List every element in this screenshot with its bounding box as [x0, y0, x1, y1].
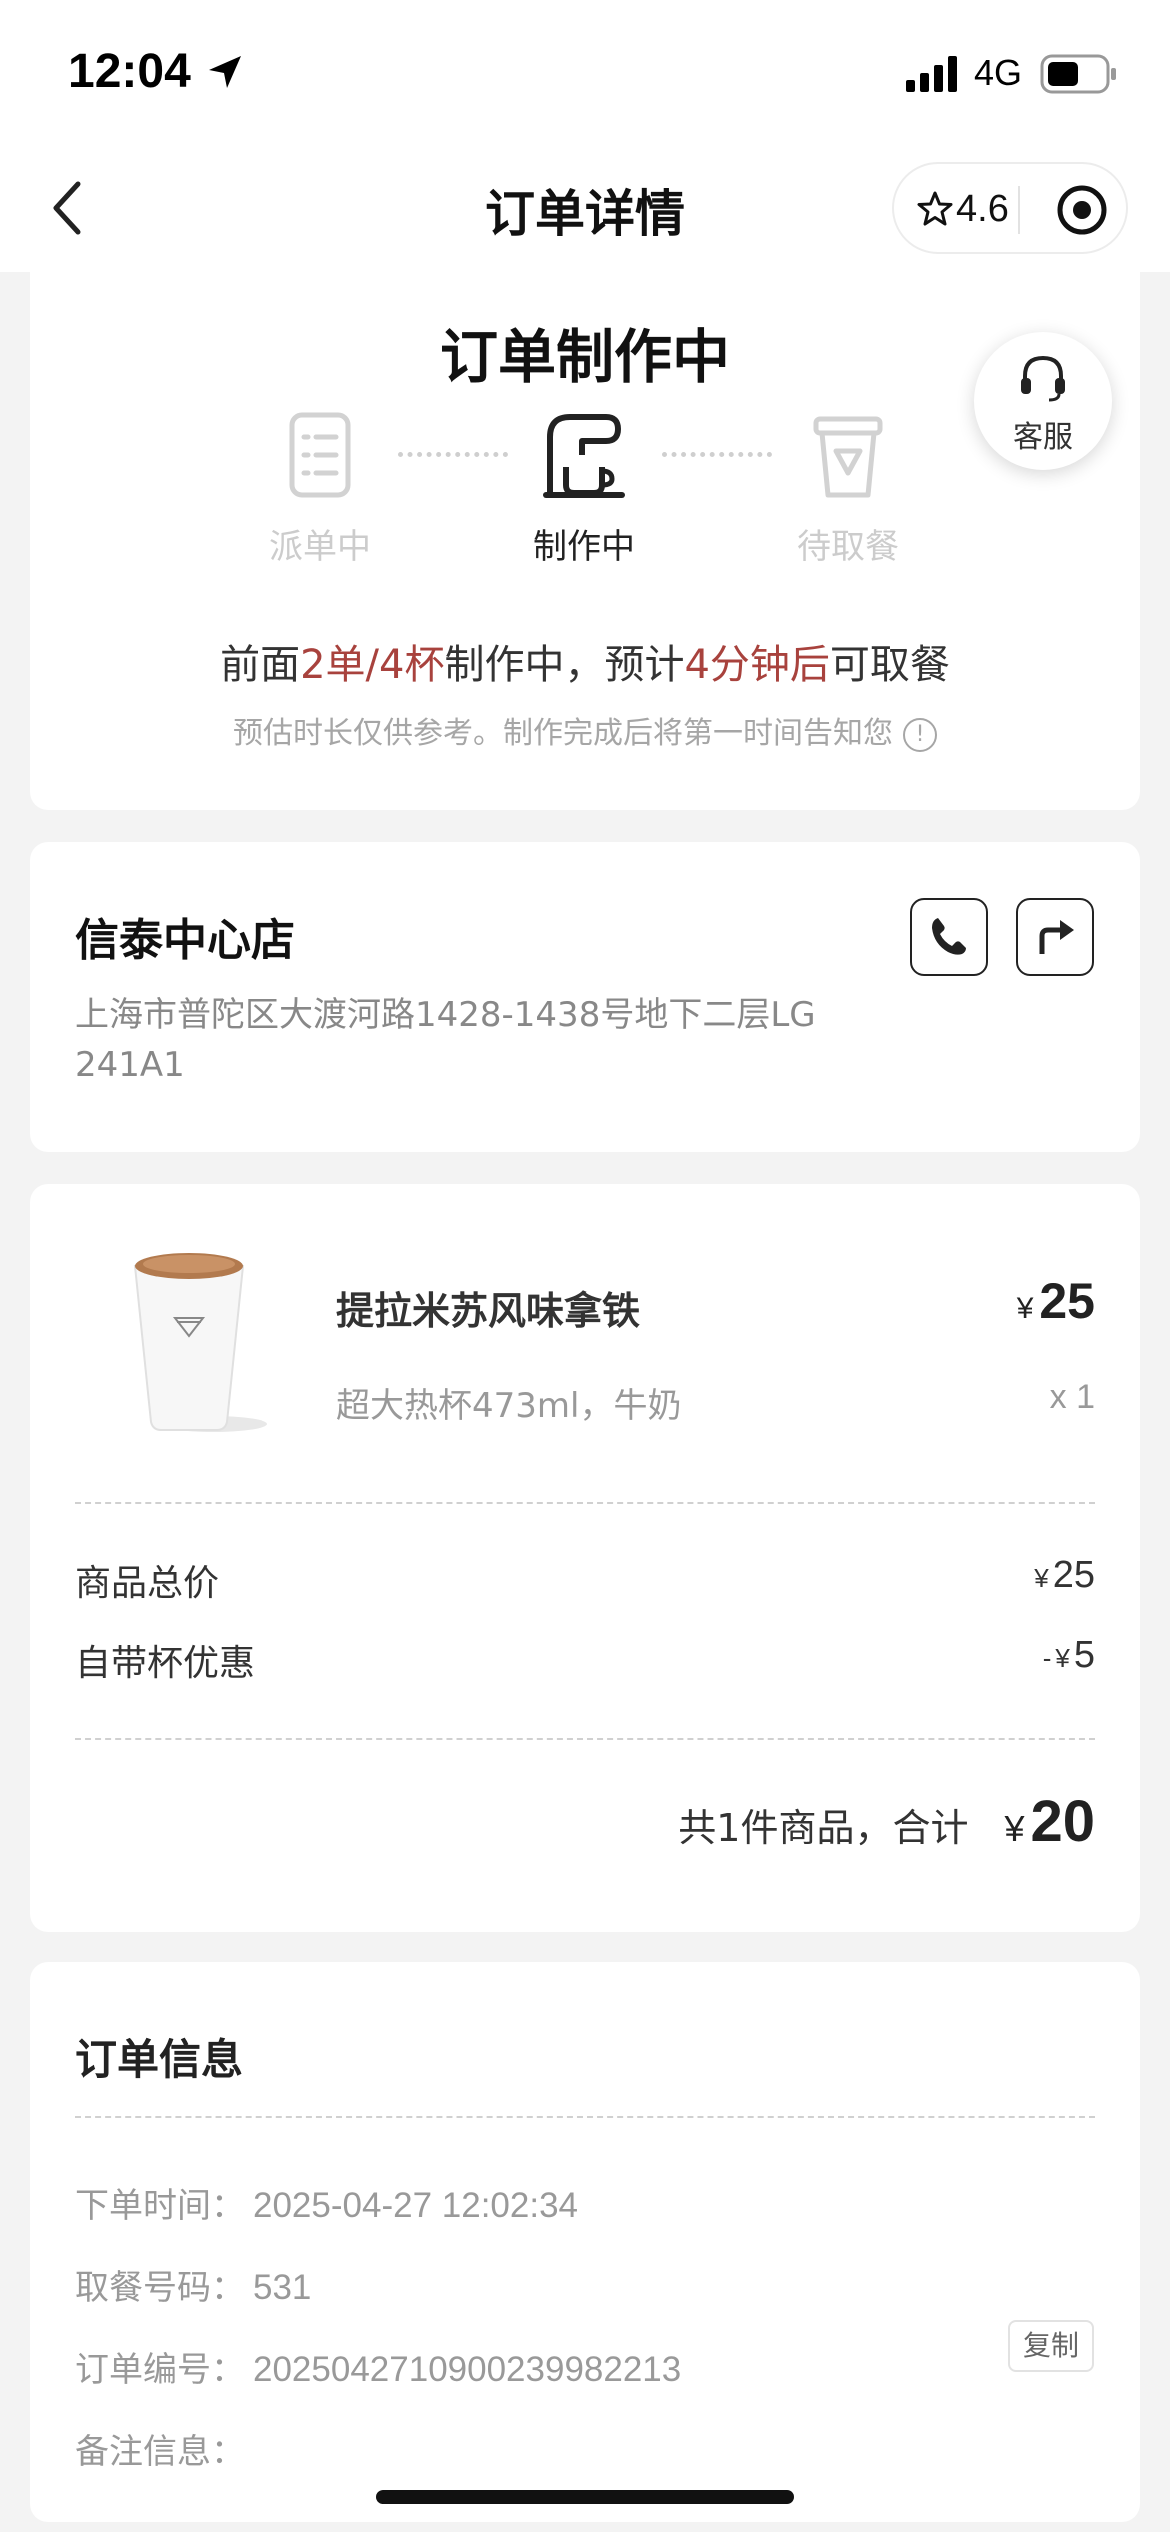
- pickup-code-label: 取餐号码：: [75, 2268, 245, 2308]
- star-icon[interactable]: [916, 190, 954, 228]
- product-image: [133, 1253, 267, 1432]
- subtotal-amount: 25: [1052, 1554, 1095, 1596]
- battery-icon: [1040, 54, 1116, 94]
- product-quantity: x 1: [1049, 1378, 1095, 1416]
- step-label: 制作中: [533, 527, 635, 567]
- step-dispatching: 派单中: [220, 407, 420, 568]
- queue-count: 2单/4杯: [300, 642, 445, 688]
- navigation-icon: [1039, 920, 1074, 954]
- order-info-card: 订单信息 下单时间： 2025-04-27 12:02:34 取餐号码： 531 订…: [30, 1962, 1140, 2522]
- headset-icon: [1021, 355, 1065, 402]
- customer-service-label: 客服: [1013, 420, 1073, 455]
- order-time-label: 下单时间：: [75, 2186, 245, 2226]
- signal-icon: [906, 56, 957, 92]
- order-time-row: 下单时间： 2025-04-27 12:02:34: [75, 2178, 578, 2227]
- subtotal-value: ¥25: [1034, 1554, 1095, 1597]
- discount-value: - ¥5: [1043, 1634, 1095, 1677]
- step-pickup: 待取餐: [748, 407, 948, 568]
- wait-note: 预估时长仅供参考。制作完成后将第一时间告知您!: [30, 708, 1140, 752]
- remark-row: 备注信息：: [75, 2424, 253, 2473]
- store-name: 信泰中心店: [75, 915, 295, 966]
- list-icon: [289, 412, 351, 498]
- order-info-title: 订单信息: [75, 2035, 244, 2084]
- product-price: ¥25: [1017, 1272, 1095, 1330]
- customer-service-button[interactable]: 客服: [974, 332, 1112, 470]
- mini-program-capsule: 4.6: [892, 162, 1128, 254]
- subtotal-label: 商品总价: [75, 1563, 220, 1604]
- order-number-value: 2025042710900239982213: [253, 2350, 682, 2389]
- divider: [75, 1502, 1095, 1504]
- eta-time: 4分钟后: [684, 642, 830, 688]
- divider: [75, 1738, 1095, 1740]
- discount-amount: 5: [1073, 1634, 1095, 1676]
- wait-message-prefix: 前面: [220, 642, 301, 688]
- pickup-code-row: 取餐号码： 531: [75, 2260, 311, 2309]
- step-label: 待取餐: [797, 527, 899, 567]
- home-indicator[interactable]: [376, 2490, 794, 2504]
- step-label: 派单中: [269, 527, 371, 567]
- wait-note-text: 预估时长仅供参考。制作完成后将第一时间告知您: [233, 716, 893, 751]
- product-price-value: 25: [1039, 1273, 1095, 1329]
- currency-symbol: ¥: [1034, 1563, 1049, 1593]
- order-number-label: 订单编号：: [75, 2350, 245, 2390]
- total-amount: 20: [1030, 1789, 1095, 1854]
- store-card: 信泰中心店 上海市普陀区大渡河路1428-1438号地下二层LG 241A1: [30, 842, 1140, 1152]
- pickup-code-value: 531: [253, 2268, 312, 2307]
- location-arrow-icon: [209, 56, 241, 88]
- status-bar: 12:04 4G: [0, 0, 1170, 140]
- discount-label: 自带杯优惠: [75, 1643, 256, 1684]
- total-label: 共1件商品，合计: [678, 1806, 969, 1850]
- wait-message: 前面2单/4杯制作中，预计4分钟后可取餐: [30, 632, 1140, 690]
- target-icon[interactable]: [1056, 184, 1108, 236]
- call-store-button[interactable]: [910, 898, 988, 976]
- phone-icon: [932, 918, 966, 955]
- divider: [75, 2116, 1095, 2118]
- navigate-store-button[interactable]: [1016, 898, 1094, 976]
- wait-message-middle: 制作中，预计: [444, 642, 685, 688]
- order-progress-card: 订单制作中 派单中 制作中 待取餐 客服 前面2单/4杯制作中，预计4分钟后可取…: [30, 272, 1140, 810]
- capsule-divider: [1018, 186, 1020, 234]
- info-icon[interactable]: !: [903, 717, 937, 752]
- currency-symbol: ¥: [1055, 1643, 1070, 1673]
- nav-bar: 订单详情 4.6: [0, 140, 1170, 272]
- product-name: 提拉米苏风味拿铁: [336, 1289, 641, 1333]
- remark-label: 备注信息：: [75, 2432, 245, 2472]
- currency-symbol: ¥: [1004, 1808, 1025, 1849]
- store-address: 上海市普陀区大渡河路1428-1438号地下二层LG 241A1: [75, 995, 816, 1085]
- copy-order-number-button[interactable]: 复制: [1008, 2320, 1094, 2372]
- step-making: 制作中: [484, 407, 684, 568]
- product-spec: 超大热杯473ml，牛奶: [336, 1386, 682, 1426]
- order-time-value: 2025-04-27 12:02:34: [253, 2186, 578, 2225]
- rating-value[interactable]: 4.6: [956, 188, 1009, 231]
- wait-message-suffix: 可取餐: [829, 642, 950, 688]
- status-time: 12:04: [68, 45, 191, 98]
- currency-symbol: ¥: [1016, 1292, 1034, 1325]
- coffee-machine-icon: [543, 414, 625, 498]
- order-total: 共1件商品，合计 ¥20: [678, 1788, 1095, 1855]
- order-items-card: 提拉米苏风味拿铁 ¥25 超大热杯473ml，牛奶 x 1 商品总价 ¥25 自…: [30, 1184, 1140, 1932]
- order-number-row: 订单编号： 2025042710900239982213: [75, 2342, 681, 2391]
- network-label: 4G: [974, 52, 1023, 93]
- minus-sign: -: [1042, 1643, 1052, 1673]
- cup-icon: [813, 416, 883, 498]
